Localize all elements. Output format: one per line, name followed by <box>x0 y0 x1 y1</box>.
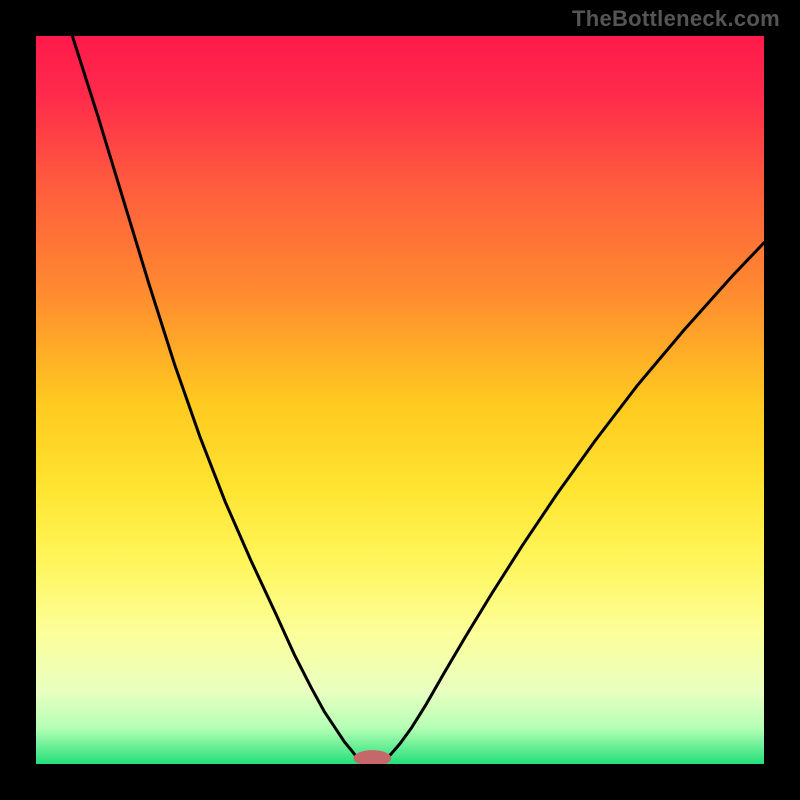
chart-frame: TheBottleneck.com <box>0 0 800 800</box>
watermark: TheBottleneck.com <box>572 6 780 32</box>
plot-background <box>36 36 764 764</box>
plot-area <box>36 36 764 764</box>
watermark-text: TheBottleneck.com <box>572 6 780 31</box>
chart-svg <box>36 36 764 764</box>
